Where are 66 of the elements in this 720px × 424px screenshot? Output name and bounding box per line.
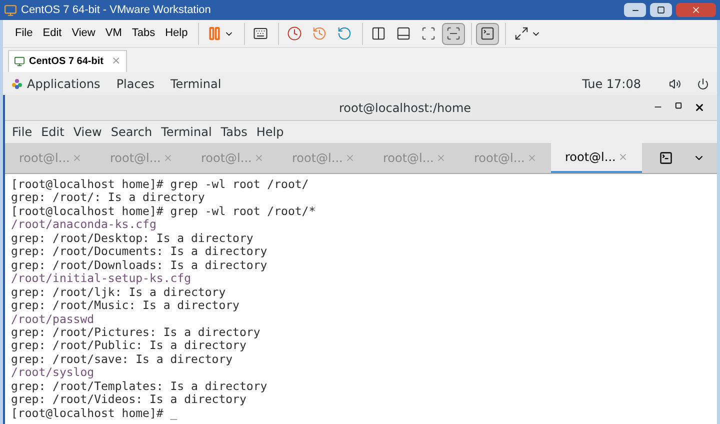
terminal-line: /root/initial-setup-ks.cfg bbox=[11, 272, 192, 286]
close-icon bbox=[691, 5, 701, 15]
volume-icon[interactable] bbox=[669, 78, 681, 90]
terminal-tab[interactable]: root@l... bbox=[551, 143, 642, 173]
tab-label: CentOS 7 64-bit bbox=[29, 55, 104, 69]
gnome-menu-item[interactable]: Terminal bbox=[170, 74, 222, 92]
menu-item[interactable]: File bbox=[9, 123, 36, 141]
new-tab-icon[interactable] bbox=[659, 151, 673, 165]
terminal-line: grep: /root/Templates: Is a directory bbox=[11, 380, 268, 394]
app-icon bbox=[4, 4, 17, 16]
terminal-line: grep: /root/Music: Is a directory bbox=[11, 299, 240, 313]
menu-item[interactable]: File bbox=[11, 25, 37, 42]
menu-item[interactable]: Terminal bbox=[158, 123, 215, 141]
terminal-line: grep: /root/Public: Is a directory bbox=[11, 339, 246, 353]
toolbar-button[interactable] bbox=[442, 22, 465, 44]
menu-item[interactable]: View bbox=[70, 123, 105, 141]
maximize-icon bbox=[657, 6, 665, 14]
close-button[interactable] bbox=[676, 3, 716, 17]
scan-icon bbox=[420, 26, 436, 41]
menu-item[interactable]: Search bbox=[108, 123, 156, 141]
terminal-line: grep: /root/Documents: Is a directory bbox=[11, 245, 268, 259]
toolbar-button[interactable] bbox=[476, 22, 499, 44]
close-icon[interactable] bbox=[694, 102, 705, 113]
minimize-button[interactable] bbox=[624, 3, 646, 17]
pause-icon bbox=[206, 26, 222, 41]
menu-item[interactable]: VM bbox=[101, 25, 126, 42]
terminal-line: /root/anaconda-ks.cfg bbox=[11, 218, 156, 232]
terminal-line: grep: /root/ljk: Is a directory bbox=[11, 286, 226, 300]
menu-item[interactable]: View bbox=[68, 25, 100, 42]
scan-line-icon bbox=[446, 26, 461, 41]
keyboard-icon bbox=[252, 26, 268, 41]
vm-tab[interactable]: CentOS 7 64-bit × bbox=[8, 50, 127, 72]
terminal-line: grep: /root/save: Is a directory bbox=[11, 352, 233, 366]
gnome-logo-icon bbox=[11, 78, 23, 90]
maximize-button[interactable] bbox=[650, 3, 672, 17]
history-icon bbox=[312, 26, 327, 41]
terminal-icon bbox=[480, 26, 495, 41]
window-title: CentOS 7 64-bit - VMware Workstation bbox=[21, 2, 212, 18]
power-icon[interactable] bbox=[697, 78, 709, 90]
menu-item[interactable]: Edit bbox=[38, 25, 66, 42]
clock-icon bbox=[286, 26, 302, 41]
menu-item[interactable]: Help bbox=[253, 123, 287, 141]
terminal-line: /root/passwd bbox=[11, 312, 94, 326]
maximize-icon[interactable] bbox=[675, 102, 682, 109]
menu-item[interactable]: Tabs bbox=[218, 123, 250, 141]
terminal-line: grep: /root/: Is a directory bbox=[11, 191, 205, 205]
gnome-menu-item[interactable]: Applications bbox=[27, 74, 100, 92]
menu-item[interactable]: Tabs bbox=[128, 25, 160, 42]
terminal-title: root@localhost:/home bbox=[338, 100, 472, 116]
vm-icon bbox=[14, 56, 25, 67]
terminal-line: grep: /root/Videos: Is a directory bbox=[11, 393, 246, 407]
terminal-line: /root/syslog bbox=[11, 366, 94, 380]
clock: Tue 17:08 bbox=[582, 76, 641, 92]
menu-item[interactable]: Help bbox=[161, 25, 192, 42]
columns-icon bbox=[370, 26, 386, 41]
terminal-line: [root@localhost home]# _ bbox=[11, 406, 178, 420]
terminal-line: grep: /root/Downloads: Is a directory bbox=[11, 258, 268, 272]
terminal-line: [root@localhost home]# grep -wl root /root/* bbox=[11, 204, 316, 218]
terminal-line: grep: /root/Pictures: Is a directory bbox=[11, 326, 260, 340]
terminal-line: [root@localhost home]# grep -wl root /root/ bbox=[11, 178, 309, 192]
menu-item[interactable]: Edit bbox=[38, 123, 68, 141]
terminal-line: grep: /root/Desktop: Is a directory bbox=[11, 232, 254, 246]
rotate-icon bbox=[336, 26, 352, 41]
panel-icon bbox=[396, 26, 411, 41]
gnome-menu-item[interactable]: Places bbox=[116, 74, 154, 92]
maximize-icon bbox=[514, 26, 529, 41]
